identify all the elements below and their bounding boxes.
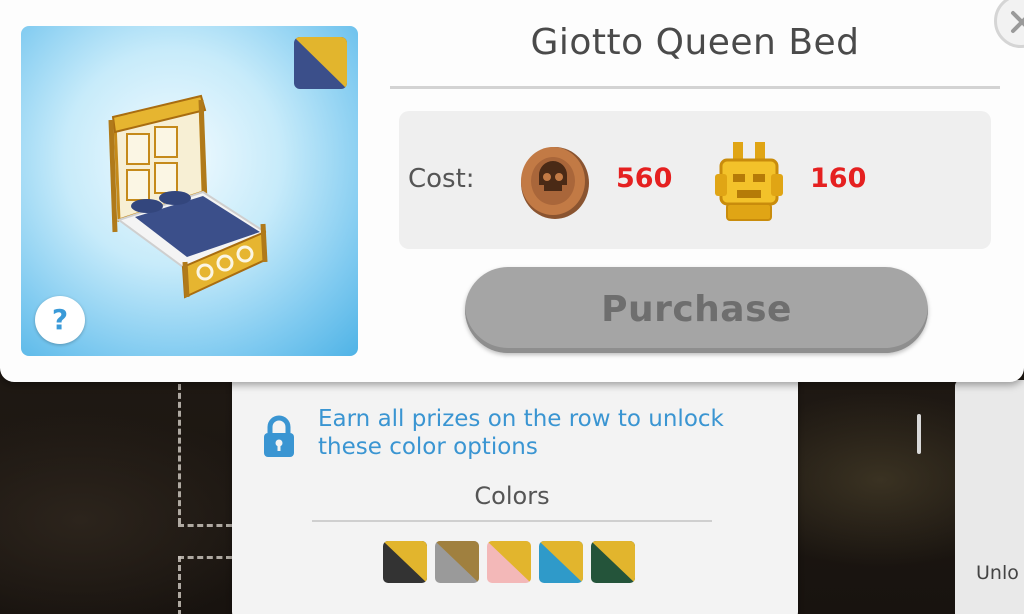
color-swatch-blue-gold[interactable] [539, 541, 583, 583]
cost-label: Cost: [408, 164, 475, 194]
unlock-message: Earn all prizes on the row to unlock the… [318, 406, 724, 460]
color-swatch-row [383, 541, 635, 583]
color-swatch-pink-gold[interactable] [487, 541, 531, 583]
purchase-button[interactable]: Purchase [465, 267, 928, 353]
close-icon [1011, 11, 1024, 33]
help-button[interactable]: ? [35, 296, 85, 344]
background-dashed-line [178, 556, 232, 559]
divider [312, 520, 712, 522]
selected-variant-badge [294, 37, 347, 89]
background-dashed-line [178, 524, 232, 527]
gold-mask-icon [713, 140, 785, 228]
background-bar [917, 414, 921, 454]
color-swatch-black-gold[interactable] [383, 541, 427, 583]
item-title: Giotto Queen Bed [530, 22, 860, 63]
cost-box [399, 111, 991, 249]
divider [390, 86, 1000, 89]
background-dashed-line [178, 384, 181, 524]
cost-amount-coins: 560 [616, 163, 673, 194]
background-dashed-line [178, 556, 181, 614]
background-side-panel-text: Unlo [976, 562, 1019, 584]
skull-coin-icon [517, 141, 593, 225]
color-swatch-green-gold[interactable] [591, 541, 635, 583]
bed-image [105, 92, 270, 306]
color-swatch-gray-gold[interactable] [435, 541, 479, 583]
colors-title: Colors [474, 482, 550, 510]
cost-amount-masks: 160 [810, 163, 867, 194]
lock-icon [262, 415, 296, 459]
